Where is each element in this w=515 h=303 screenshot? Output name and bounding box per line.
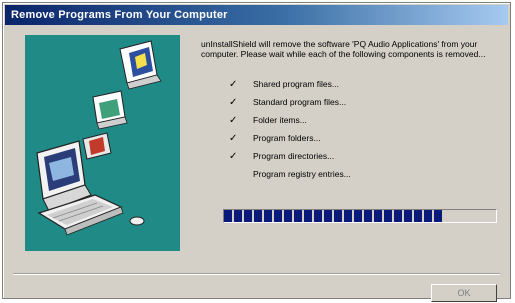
component-step-label: Program folders... (253, 133, 321, 143)
component-step: ✓Program registry entries... (201, 165, 501, 183)
component-step: ✓ Program directories... (201, 147, 501, 165)
computer-illustration (36, 40, 162, 236)
divider (13, 273, 500, 275)
component-step-label: Standard program files... (253, 97, 347, 107)
component-step-label: Program directories... (253, 151, 335, 161)
check-icon: ✓ (229, 78, 238, 90)
check-icon: ✓ (229, 114, 238, 126)
folder-icon (92, 90, 128, 130)
uninstall-message: unInstallShield will remove the software… (201, 39, 486, 59)
title-bar[interactable]: Remove Programs From Your Computer (5, 5, 508, 25)
component-step-label: Program registry entries... (253, 169, 351, 179)
uninstall-dialog: Remove Programs From Your Computer unIns… (2, 2, 511, 302)
component-step: ✓ Standard program files... (201, 93, 501, 111)
check-icon: ✓ (229, 96, 238, 108)
component-list: ✓ Shared program files... ✓ Standard progra… (201, 75, 501, 183)
check-icon: ✓ (229, 132, 238, 144)
progress-fill (224, 210, 442, 222)
trash-icon (82, 132, 112, 160)
component-step-label: Folder items... (253, 115, 307, 125)
component-step-label: Shared program files... (253, 79, 339, 89)
content-area: unInstallShield will remove the software… (201, 39, 501, 183)
component-step: ✓ Shared program files... (201, 75, 501, 93)
uninstall-illustration (25, 35, 180, 251)
component-step: ✓ Folder items... (201, 111, 501, 129)
document-icon (119, 40, 162, 90)
progress-bar (223, 209, 497, 223)
component-step: ✓ Program folders... (201, 129, 501, 147)
ok-button[interactable]: OK (431, 284, 497, 302)
check-icon: ✓ (229, 150, 238, 162)
window-title: Remove Programs From Your Computer (11, 9, 228, 21)
